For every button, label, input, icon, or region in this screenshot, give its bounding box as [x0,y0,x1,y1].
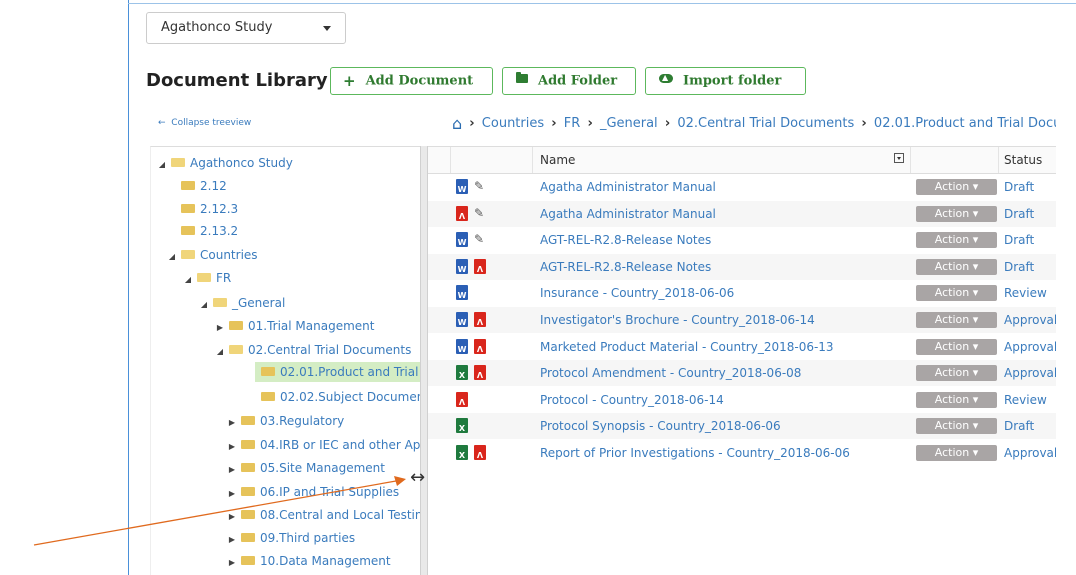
annotation-arrow [33,476,406,546]
annotation-arrow-line [33,480,397,546]
annotation-arrow-head [394,476,406,486]
